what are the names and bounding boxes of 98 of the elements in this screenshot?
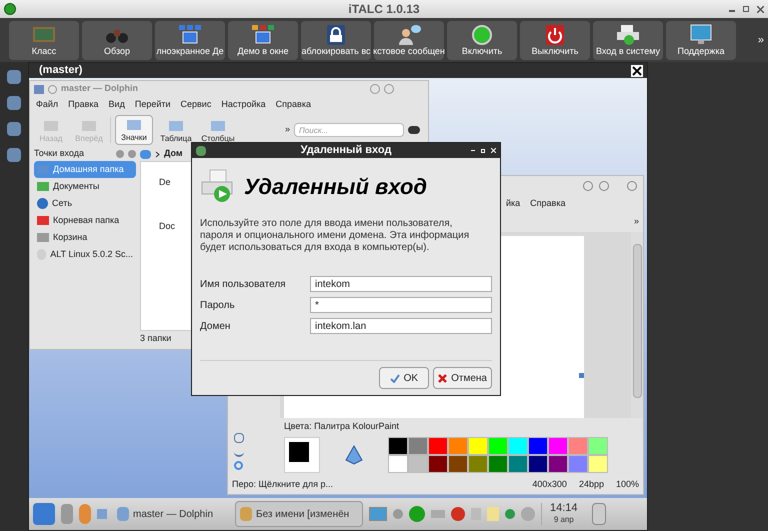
- power-on-icon: [469, 24, 495, 46]
- monitors-icon: [177, 24, 203, 46]
- toolbar-button[interactable]: Демо в окне: [228, 20, 298, 60]
- image-size: 400x300: [532, 478, 567, 492]
- toolbar-button[interactable]: Обзор: [82, 20, 152, 60]
- color-swatch[interactable]: [588, 437, 608, 455]
- color-swatch[interactable]: [428, 455, 448, 473]
- color-preview[interactable]: [284, 437, 320, 473]
- taskbar-task[interactable]: master — Dolphin: [113, 501, 229, 527]
- menu-item[interactable]: Файл: [36, 98, 58, 112]
- color-swatch[interactable]: [448, 437, 468, 455]
- dialog-description: Используйте это поле для ввода имени пользователя, пароля и опционального имени домена. Эта информация будет использоваться для входа в компьютер(ы).: [199, 218, 470, 254]
- menu-item[interactable]: Справка: [530, 197, 566, 211]
- color-swatch[interactable]: [408, 455, 428, 473]
- maximize-icon[interactable]: [743, 6, 749, 12]
- view-button[interactable]: Столбцы: [199, 115, 237, 145]
- minimize-icon[interactable]: [583, 181, 593, 191]
- place-item[interactable]: Сеть: [34, 195, 136, 212]
- zoom-icon[interactable]: [234, 461, 243, 470]
- field-label: Пароль: [200, 298, 236, 312]
- color-swatch[interactable]: [488, 437, 508, 455]
- palette-label: Цвета: Палитра KolourPaint: [283, 420, 400, 433]
- check-icon: [390, 374, 400, 382]
- chevron-icon: [155, 150, 160, 158]
- color-swatch[interactable]: [488, 455, 508, 473]
- toolbar-button[interactable]: аблокировать вс: [301, 20, 371, 60]
- menu-item[interactable]: Справка: [276, 98, 311, 112]
- monitors-icon: [250, 24, 276, 46]
- color-swatch[interactable]: [568, 437, 588, 455]
- color-swatch[interactable]: [428, 437, 448, 455]
- dialog-heading: Удаленный вход: [244, 172, 428, 200]
- toolbar-button[interactable]: Выключить: [520, 20, 590, 60]
- input-field[interactable]: intekom.lan: [310, 318, 492, 334]
- place-item[interactable]: Документы: [34, 178, 136, 195]
- window-title: master — Dolphin: [61, 82, 138, 96]
- pen-tool-icon[interactable]: [234, 433, 244, 443]
- remote-view-title: (master): [39, 63, 82, 78]
- color-swatch[interactable]: [468, 455, 488, 473]
- color-swatch[interactable]: [528, 437, 548, 455]
- place-item[interactable]: Корзина: [34, 229, 136, 246]
- taskbar-task[interactable]: Без имени [изменён: [235, 501, 363, 527]
- search-field[interactable]: Поиск...: [294, 123, 404, 137]
- person-message-icon: [396, 24, 422, 46]
- color-swatch[interactable]: [508, 455, 528, 473]
- input-field[interactable]: intekom: [310, 276, 492, 292]
- cancel-button[interactable]: Отмена: [433, 367, 492, 389]
- status-text: 3 папки: [140, 332, 172, 345]
- toolbar-button[interactable]: кстовое сообщен: [374, 20, 444, 60]
- color-swatch[interactable]: [528, 455, 548, 473]
- view-button[interactable]: Таблица: [157, 115, 195, 145]
- scrollbar[interactable]: [631, 232, 643, 418]
- toolbar-button[interactable]: Вход в систему: [593, 20, 663, 60]
- color-swatch[interactable]: [448, 455, 468, 473]
- menu-item[interactable]: Вид: [108, 98, 125, 112]
- color-swatch[interactable]: [588, 455, 608, 473]
- overflow-button[interactable]: »: [758, 32, 764, 48]
- dialog-title: Удаленный вход: [300, 143, 392, 158]
- input-field[interactable]: *: [310, 297, 492, 313]
- pyramid-icon[interactable]: [344, 445, 364, 465]
- toolbar-button[interactable]: лноэкранное Де: [155, 20, 225, 60]
- ok-button[interactable]: OK: [378, 367, 430, 389]
- color-swatch[interactable]: [548, 455, 568, 473]
- overflow-button[interactable]: »: [284, 123, 290, 137]
- color-swatch[interactable]: [388, 455, 408, 473]
- toolbar-button[interactable]: Включить: [447, 20, 517, 60]
- screen-icon[interactable]: [369, 507, 387, 521]
- color-depth: 24bpp: [578, 478, 604, 492]
- cross-icon: [438, 374, 448, 382]
- minimize-icon[interactable]: [370, 84, 380, 94]
- menu-item[interactable]: Настройка: [221, 98, 266, 112]
- field-label: Имя пользователя: [200, 278, 287, 292]
- panel-title: Точки входа: [34, 147, 84, 160]
- toolbar-button[interactable]: Класс: [9, 20, 79, 60]
- status-text: Перо: Щёлкните для р...: [232, 478, 334, 492]
- place-item[interactable]: ALT Linux 5.0.2 Sc...: [34, 246, 136, 263]
- color-swatch[interactable]: [408, 437, 428, 455]
- clock[interactable]: 14:14 9 апр: [541, 503, 586, 525]
- toolbar-button[interactable]: Поддержка: [666, 20, 736, 60]
- zoom-level: 100%: [616, 478, 639, 492]
- menu-item[interactable]: Правка: [68, 98, 99, 112]
- field-label: Домен: [200, 320, 232, 334]
- breadcrumb[interactable]: Дом: [164, 147, 183, 161]
- monitor-icon: [688, 24, 714, 46]
- place-item[interactable]: Корневая папка: [34, 212, 136, 229]
- menu-item[interactable]: йка: [506, 197, 520, 211]
- window-title: iTALC 1.0.13: [348, 1, 420, 18]
- color-swatch[interactable]: [548, 437, 568, 455]
- start-menu-icon[interactable]: [33, 503, 55, 525]
- color-swatch[interactable]: [568, 455, 588, 473]
- menu-item[interactable]: Сервис: [180, 98, 212, 112]
- overflow-button[interactable]: »: [634, 215, 639, 229]
- view-button[interactable]: Значки: [115, 115, 153, 145]
- menu-item[interactable]: Перейти: [134, 98, 171, 112]
- color-swatch[interactable]: [468, 437, 488, 455]
- color-swatch[interactable]: [388, 437, 408, 455]
- resize-handle[interactable]: [579, 373, 584, 378]
- color-swatch[interactable]: [508, 437, 528, 455]
- login-icon: [615, 24, 641, 46]
